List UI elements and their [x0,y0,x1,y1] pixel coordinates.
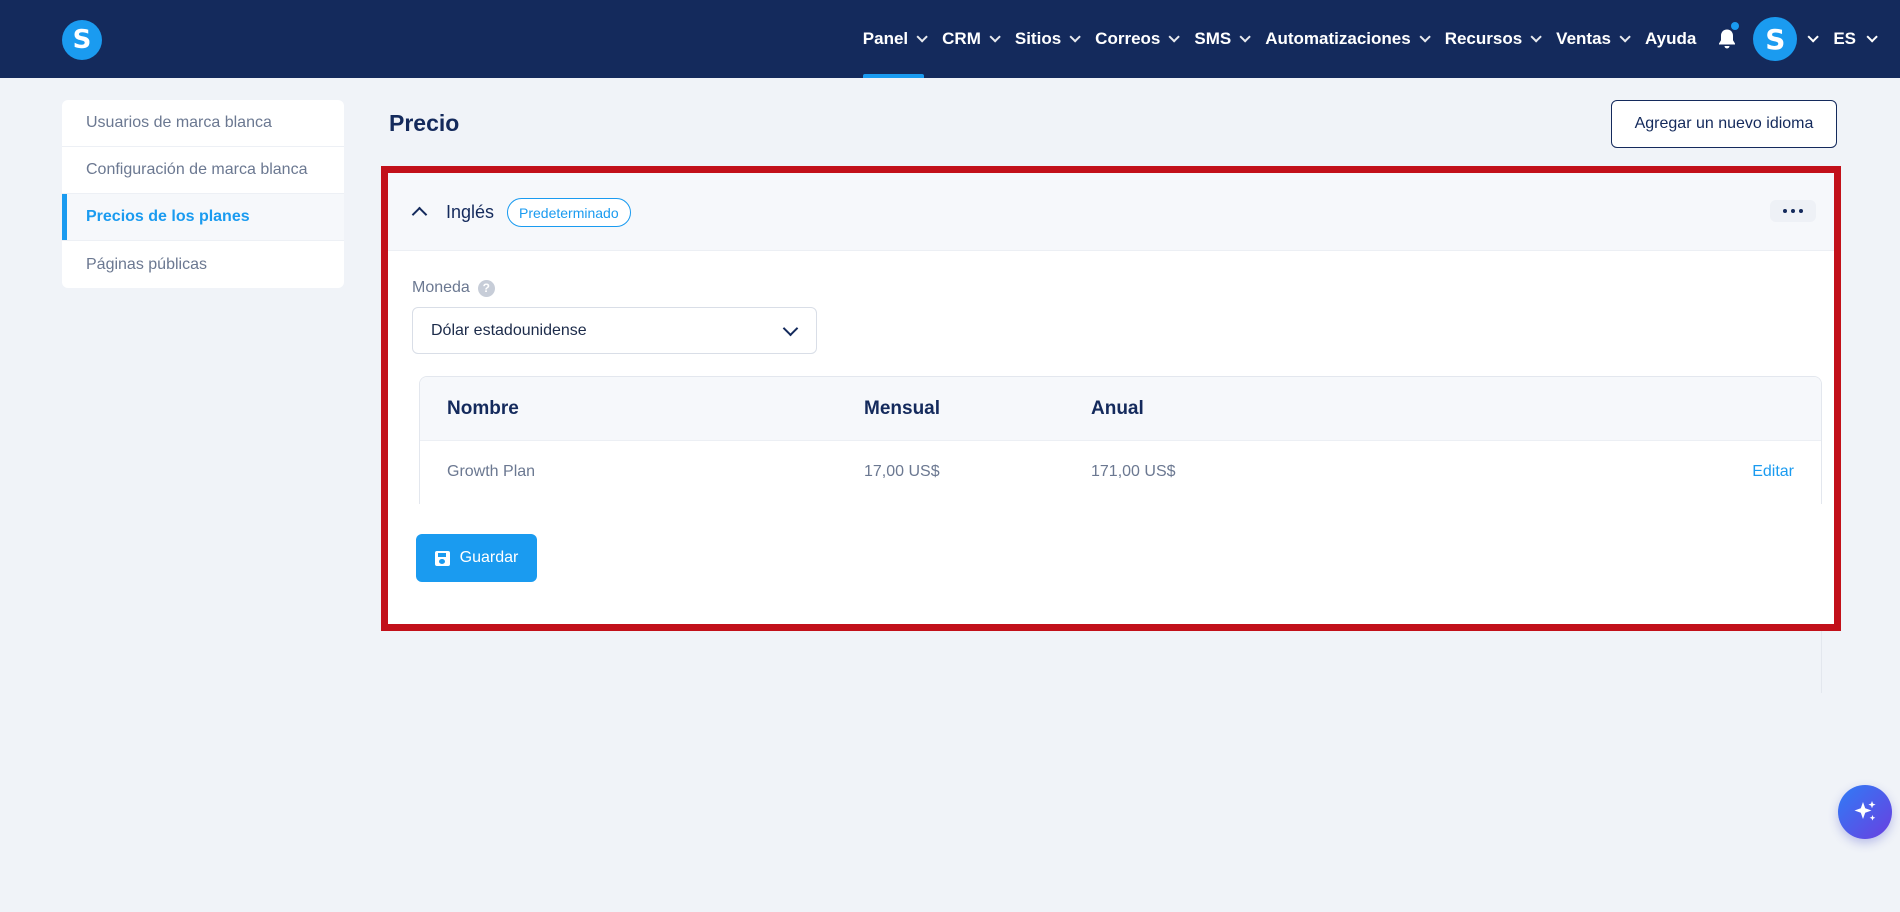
nav-item-label: Automatizaciones [1265,29,1411,48]
sidebar-item-white-label-settings[interactable]: Configuración de marca blanca [62,147,344,194]
nav-item-label: Sitios [1014,29,1062,48]
chevron-down-icon [1069,31,1081,43]
nav-item-crm[interactable]: CRM [933,0,1006,78]
nav-item-ventas[interactable]: Ventas [1547,0,1636,78]
highlight-frame [381,166,1841,631]
chevron-down-icon [1239,31,1251,43]
chevron-down-icon [1866,31,1878,43]
nav-item-label: CRM [942,29,981,48]
nav-item-correos[interactable]: Correos [1086,0,1185,78]
nav-item-label: SMS [1194,29,1232,48]
nav-item-label: Correos [1095,29,1161,48]
nav-item-label: Panel [862,29,909,48]
page-title: Precio [389,110,460,136]
top-navigation-bar: S Panel CRM Sitios Correos SMS Automatiz… [0,0,1900,78]
nav-item-label: Recursos [1444,29,1523,48]
notification-dot [1731,22,1740,30]
nav-item-sms[interactable]: SMS [1185,0,1256,78]
app-logo[interactable]: S [62,20,102,60]
chevron-down-icon [1530,31,1542,43]
main-nav: Panel CRM Sitios Correos SMS Automatizac… [854,0,1900,78]
nav-item-automatizaciones[interactable]: Automatizaciones [1256,0,1435,78]
sidebar-item-white-label-users[interactable]: Usuarios de marca blanca [62,100,344,147]
bell-icon [1719,29,1736,49]
nav-item-ayuda[interactable]: Ayuda [1636,0,1705,78]
nav-item-panel[interactable]: Panel [854,0,933,78]
sidebar-item-public-pages[interactable]: Páginas públicas [62,241,344,288]
sparkle-icon [1854,801,1876,821]
chevron-down-icon [1807,31,1820,43]
ai-assistant-button[interactable] [1838,785,1892,839]
divider [1821,631,1822,693]
add-language-button[interactable]: Agregar un nuevo idioma [1611,100,1837,148]
nav-item-recursos[interactable]: Recursos [1436,0,1547,78]
notifications-button[interactable] [1705,0,1749,78]
language-switcher[interactable]: ES [1823,0,1900,78]
chevron-down-icon [1419,31,1431,43]
chevron-down-icon [989,31,1001,43]
nav-item-sitios[interactable]: Sitios [1006,0,1086,78]
chevron-down-icon [1619,31,1631,43]
settings-sidebar: Usuarios de marca blanca Configuración d… [62,100,344,288]
nav-item-label: Ayuda [1644,29,1697,48]
chevron-down-icon [1168,31,1181,43]
language-code: ES [1833,29,1856,48]
user-menu[interactable]: S [1749,0,1823,78]
sidebar-item-plan-pricing[interactable]: Precios de los planes [62,194,344,241]
avatar: S [1753,17,1798,61]
nav-item-label: Ventas [1556,29,1611,48]
chevron-down-icon [916,31,928,43]
